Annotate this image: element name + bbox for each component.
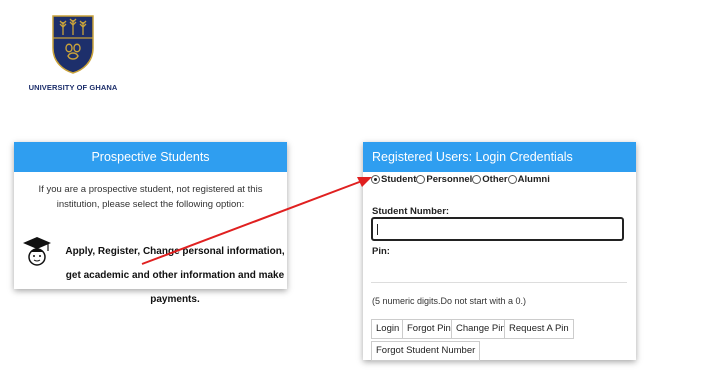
request-pin-button[interactable]: Request A Pin <box>504 319 574 339</box>
radio-alumni[interactable]: Alumni <box>507 174 550 185</box>
radio-button[interactable] <box>416 175 426 184</box>
prospective-description: If you are a prospective student, not re… <box>38 184 263 210</box>
login-button[interactable]: Login <box>371 319 405 339</box>
apply-register-link[interactable]: Apply, Register, Change personal informa… <box>60 240 290 312</box>
user-type-radio-group: Student Personnel Other Alumni <box>371 174 550 185</box>
forgot-pin-button[interactable]: Forgot Pin <box>402 319 456 339</box>
university-logo: UNIVERSITY OF GHANA <box>28 14 118 92</box>
radio-label: Student <box>381 174 417 185</box>
radio-student[interactable]: Student <box>371 174 416 185</box>
pin-divider <box>371 282 627 283</box>
text-caret <box>377 224 378 235</box>
forgot-student-number-button[interactable]: Forgot Student Number <box>371 341 481 361</box>
university-name: UNIVERSITY OF GHANA <box>28 83 118 92</box>
radio-button[interactable] <box>507 175 517 184</box>
radio-button[interactable] <box>371 175 380 184</box>
student-number-label: Student Number: <box>372 206 450 217</box>
radio-personnel[interactable]: Personnel <box>416 174 472 185</box>
student-number-input[interactable] <box>371 217 624 241</box>
radio-label: Alumni <box>517 174 550 185</box>
graduation-cap-icon <box>23 237 51 266</box>
prospective-students-panel: Prospective Students If you are a prospe… <box>14 142 287 305</box>
pin-hint: (5 numeric digits.Do not start with a 0.… <box>372 296 527 306</box>
registered-users-panel: Registered Users: Login Credentials Stud… <box>363 142 636 361</box>
radio-label: Personnel <box>426 174 473 185</box>
university-crest-icon <box>52 15 94 74</box>
prospective-panel-title: Prospective Students <box>14 142 287 172</box>
radio-label: Other <box>482 174 508 185</box>
login-panel-title: Registered Users: Login Credentials <box>363 142 636 172</box>
pin-label: Pin: <box>372 246 390 257</box>
radio-other[interactable]: Other <box>472 174 508 185</box>
change-pin-button[interactable]: Change Pin <box>451 319 511 339</box>
radio-button[interactable] <box>472 175 482 184</box>
